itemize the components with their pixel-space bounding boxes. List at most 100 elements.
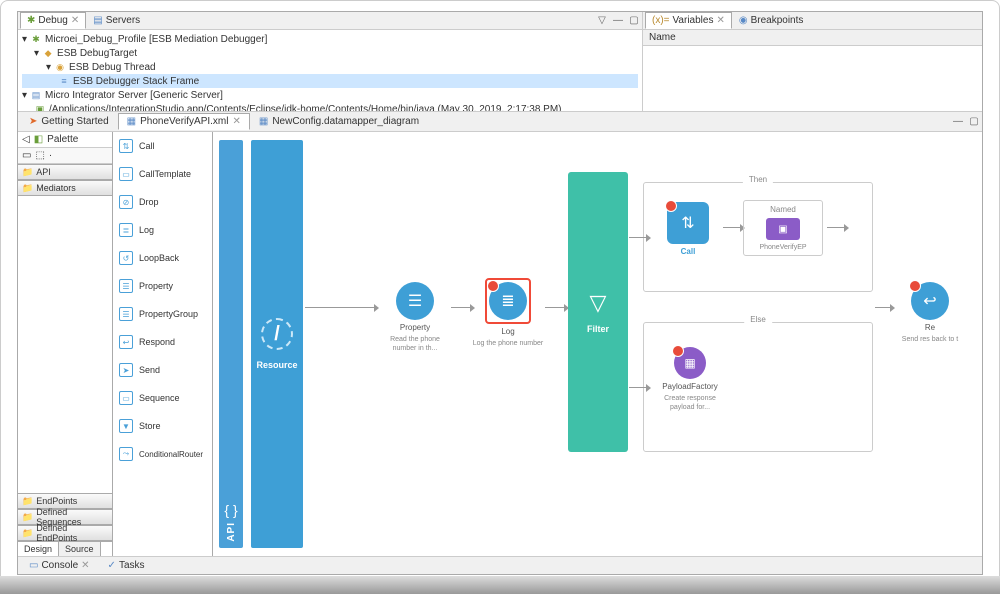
funnel-icon: ▽ (590, 290, 607, 316)
endpoint-icon: ▣ (766, 218, 800, 240)
tab-tasks-label: Tasks (119, 560, 145, 571)
debug-panel: ✱ Debug ✕ ▤ Servers ▽ — ▢ ▾ ✱ Mi (18, 12, 642, 111)
tree-server-path[interactable]: ▣ /Applications/IntegrationStudio.app/Co… (22, 102, 638, 111)
node-payload-title: PayloadFactory (662, 382, 718, 391)
tree-server[interactable]: ▾ ▤ Micro Integrator Server [Generic Ser… (22, 88, 638, 102)
source-tab[interactable]: Source (59, 542, 101, 556)
node-respond-title: Re (925, 323, 935, 332)
tree-frame-label: ESB Debugger Stack Frame (73, 76, 199, 87)
property-circle-icon: ☰ (396, 282, 434, 320)
collapse-icon[interactable]: ◁ (22, 134, 30, 145)
maximize-icon[interactable]: ▢ (968, 116, 980, 128)
drop-icon: ⊘ (119, 195, 133, 209)
node-payloadfactory[interactable]: ▦ PayloadFactory Create response payload… (653, 347, 727, 412)
close-icon[interactable]: ✕ (232, 116, 240, 127)
send-icon: ➤ (119, 363, 133, 377)
tree-thread[interactable]: ▾ ◉ ESB Debug Thread (22, 60, 638, 74)
node-log-title: Log (501, 327, 514, 336)
tab-tasks[interactable]: ✓ Tasks (101, 557, 152, 574)
filter-block[interactable]: ▽ Filter (568, 172, 628, 452)
palette-item-conditionalrouter[interactable]: ⤳ConditionalRouter (113, 440, 212, 468)
tree-frame[interactable]: ≡ ESB Debugger Stack Frame (22, 74, 638, 88)
tab-breakpoints[interactable]: ◉ Breakpoints (732, 12, 811, 29)
palette-item-log[interactable]: ≣Log (113, 216, 212, 244)
node-call[interactable]: ⇅ Call (651, 202, 725, 256)
expand-icon[interactable]: ▾ (34, 48, 39, 59)
palette-item-drop[interactable]: ⊘Drop (113, 188, 212, 216)
close-icon[interactable]: ✕ (71, 15, 79, 26)
palette-item-sequence[interactable]: ▭Sequence (113, 384, 212, 412)
palette-item-respond[interactable]: ↩Respond (113, 328, 212, 356)
palette-cat-mediators[interactable]: 📁 Mediators (18, 180, 112, 196)
mediator-list: ⇅Call ▭CallTemplate ⊘Drop ≣Log ↺LoopBack… (113, 132, 213, 556)
minimize-icon[interactable]: — (612, 15, 624, 27)
tree-profile[interactable]: ▾ ✱ Microei_Debug_Profile [ESB Mediation… (22, 32, 638, 46)
toolbar-sep: · (49, 150, 52, 161)
view-menu-icon[interactable]: ▽ (596, 15, 608, 27)
console-panel: ▭ Console ✕ ✓ Tasks (18, 556, 982, 574)
tab-servers-label: Servers (106, 15, 140, 26)
palette-cat-api[interactable]: 📁 API (18, 164, 112, 180)
palette-item-store[interactable]: ▼Store (113, 412, 212, 440)
close-icon[interactable]: ✕ (716, 15, 724, 26)
node-respond[interactable]: ↩ Re Send res back to t (893, 282, 967, 344)
flow-arrow (723, 227, 741, 228)
flow-canvas[interactable]: { } API / Resource ☰ Property Read the p… (213, 132, 982, 556)
expand-icon[interactable]: ▾ (22, 90, 27, 101)
variables-column-name: Name (643, 30, 982, 46)
editor-tab-phoneverify[interactable]: ▦ PhoneVerifyAPI.xml ✕ (118, 113, 250, 130)
api-label: API (226, 522, 237, 542)
editor-tab-newconfig[interactable]: ▦ NewConfig.datamapper_diagram (250, 113, 428, 130)
breakpoints-icon: ◉ (739, 15, 748, 26)
expand-icon[interactable]: ▾ (22, 34, 27, 45)
design-tab[interactable]: Design (18, 542, 59, 556)
tab-servers[interactable]: ▤ Servers (86, 12, 147, 29)
close-icon[interactable]: ✕ (81, 560, 89, 571)
tab-breakpoints-label: Breakpoints (751, 15, 804, 26)
api-curly-icon: { } (224, 502, 237, 518)
palette-item-call[interactable]: ⇅Call (113, 132, 212, 160)
thread-icon: ◉ (54, 61, 66, 73)
tree-target[interactable]: ▾ ◆ ESB DebugTarget (22, 46, 638, 60)
then-label: Then (743, 175, 773, 184)
breakpoint-icon (672, 345, 684, 357)
palette-item-property[interactable]: ☰Property (113, 272, 212, 300)
flow-arrow (629, 237, 647, 238)
servers-icon: ▤ (93, 15, 102, 26)
loopback-icon: ↺ (119, 251, 133, 265)
palette-item-send[interactable]: ➤Send (113, 356, 212, 384)
frame-icon: ≡ (58, 75, 70, 87)
tab-console[interactable]: ▭ Console ✕ (22, 557, 97, 574)
minimize-icon[interactable]: — (952, 116, 964, 128)
respond-icon: ↩ (119, 335, 133, 349)
breakpoint-icon (909, 280, 921, 292)
store-icon: ▼ (119, 419, 133, 433)
breakpoint-icon (665, 200, 677, 212)
editor-tab-getting-started[interactable]: ➤ Getting Started (20, 113, 118, 130)
tree-thread-label: ESB Debug Thread (69, 62, 156, 73)
flow-arrow (451, 307, 471, 308)
named-endpoint[interactable]: Named ▣ PhoneVerifyEP (743, 200, 823, 256)
tab-variables[interactable]: (x)= Variables ✕ (645, 12, 732, 29)
else-label: Else (744, 315, 772, 324)
expand-icon[interactable]: ▾ (46, 62, 51, 73)
marquee-tool-icon[interactable]: ⬚ (35, 150, 44, 161)
api-block[interactable]: { } API (219, 140, 243, 548)
maximize-icon[interactable]: ▢ (628, 15, 640, 27)
sequence-icon: ▭ (119, 391, 133, 405)
variables-panel: (x)= Variables ✕ ◉ Breakpoints Name (642, 12, 982, 111)
laptop-base (0, 576, 1000, 594)
node-log[interactable]: ≣ Log Log the phone number (471, 278, 545, 348)
resource-block[interactable]: / Resource (251, 140, 303, 548)
tab-debug[interactable]: ✱ Debug ✕ (20, 12, 86, 29)
select-tool-icon[interactable]: ▭ (22, 150, 31, 161)
propertygroup-icon: ☰ (119, 307, 133, 321)
node-payload-sub: Create response payload for... (653, 394, 727, 412)
node-property[interactable]: ☰ Property Read the phone number in th..… (378, 282, 452, 353)
palette-cat-defep[interactable]: 📁 Defined EndPoints (18, 525, 112, 541)
tasks-icon: ✓ (108, 560, 116, 571)
palette-item-calltemplate[interactable]: ▭CallTemplate (113, 160, 212, 188)
palette-item-propertygroup[interactable]: ☰PropertyGroup (113, 300, 212, 328)
palette-cat-endpoints-label: EndPoints (36, 496, 77, 506)
palette-item-loopback[interactable]: ↺LoopBack (113, 244, 212, 272)
